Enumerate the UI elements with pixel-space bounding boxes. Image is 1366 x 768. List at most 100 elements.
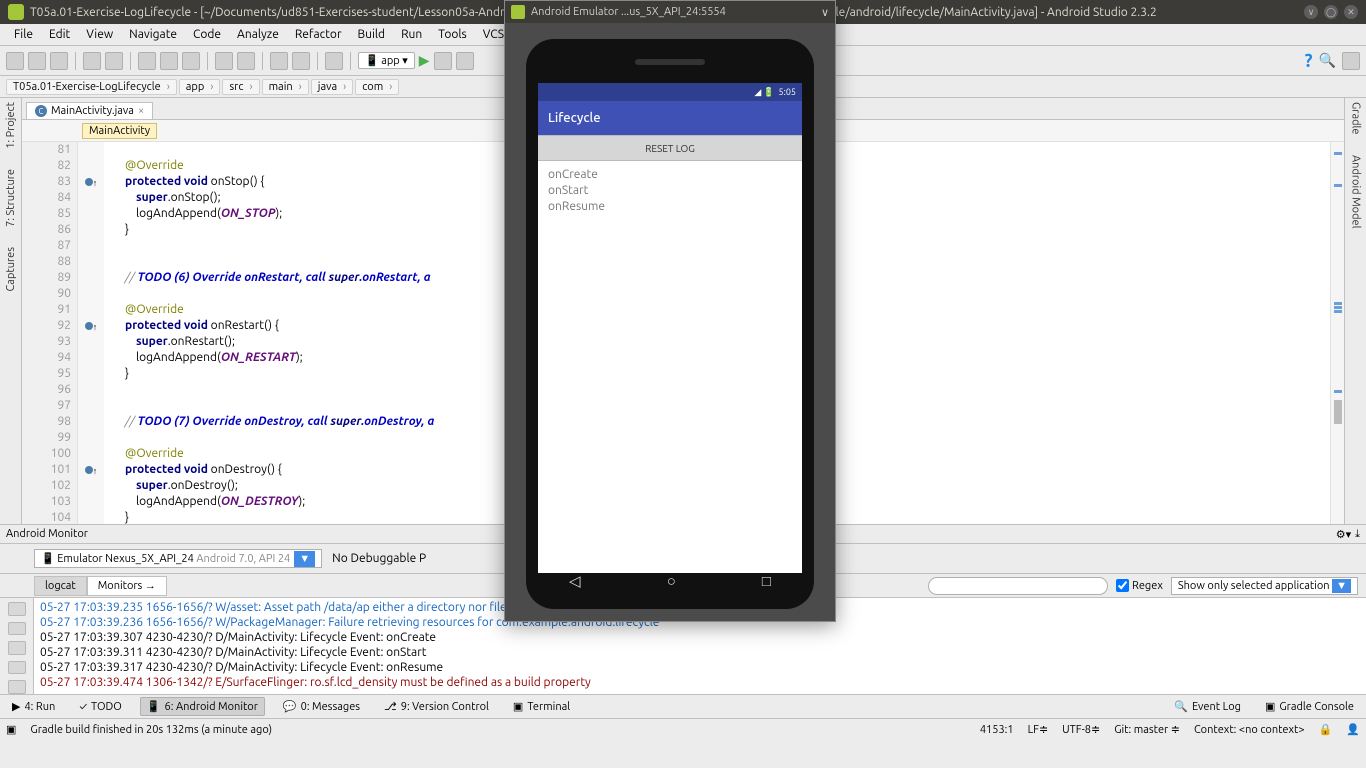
- class-breadcrumb[interactable]: MainActivity: [82, 123, 157, 139]
- make-icon[interactable]: [325, 52, 343, 70]
- android-monitor-title: Android Monitor: [6, 528, 88, 540]
- recents-nav-icon[interactable]: □: [762, 572, 771, 590]
- help-icon[interactable]: ?: [1305, 51, 1313, 71]
- save-icon[interactable]: [28, 52, 46, 70]
- status-message: Gradle build finished in 20s 132ms (a mi…: [30, 724, 272, 736]
- menu-build[interactable]: Build: [350, 26, 394, 43]
- reset-log-button[interactable]: RESET LOG: [538, 135, 802, 161]
- minimize-button[interactable]: ∨: [1304, 5, 1318, 19]
- scroll-end-icon[interactable]: [8, 622, 26, 636]
- regex-checkbox[interactable]: Regex: [1116, 579, 1163, 592]
- sync-icon[interactable]: [50, 52, 68, 70]
- find-icon[interactable]: [215, 52, 233, 70]
- menu-view[interactable]: View: [78, 26, 121, 43]
- lock-icon[interactable]: 🔒: [1319, 723, 1333, 736]
- emulator-window[interactable]: Android Emulator ...us_5X_API_24:5554 ∨ …: [504, 0, 836, 622]
- debug-icon[interactable]: [434, 52, 452, 70]
- breadcrumb-item[interactable]: T05a.01-Exercise-LogLifecycle: [6, 79, 177, 95]
- lifecycle-log: onCreateonStartonResume: [538, 161, 802, 573]
- app-bar: Lifecycle: [538, 101, 802, 135]
- line-ending[interactable]: LF≑: [1028, 723, 1049, 736]
- gradle-console-tool[interactable]: ▣ Gradle Console: [1259, 698, 1360, 715]
- error-stripe[interactable]: [1330, 142, 1344, 524]
- breadcrumb-item[interactable]: main: [262, 79, 309, 95]
- close-button[interactable]: ✕: [1344, 5, 1358, 19]
- settings-icon[interactable]: ⚙▾: [1336, 528, 1351, 541]
- run-tool[interactable]: ▶ 4: Run: [6, 698, 61, 715]
- right-tool[interactable]: Gradle: [1350, 102, 1362, 135]
- cut-icon[interactable]: [138, 52, 156, 70]
- emulator-title: Android Emulator ...us_5X_API_24:5554: [531, 6, 726, 18]
- git-branch[interactable]: Git: master ≑: [1114, 723, 1180, 736]
- left-tool[interactable]: 7: Structure: [5, 169, 17, 227]
- phone-frame: ◢ 🔋 5:05 Lifecycle RESET LOG onCreateonS…: [526, 39, 814, 609]
- tab-filename: MainActivity.java: [51, 105, 134, 117]
- breadcrumb-item[interactable]: app: [179, 79, 221, 95]
- back-nav-icon[interactable]: ◁: [569, 572, 581, 590]
- menu-edit[interactable]: Edit: [41, 26, 78, 43]
- android-studio-icon: [8, 4, 24, 20]
- profile-icon[interactable]: [456, 52, 474, 70]
- open-icon[interactable]: [6, 52, 24, 70]
- override-marks: ↑↑↑: [78, 142, 104, 524]
- restart-icon[interactable]: [8, 680, 26, 694]
- menu-file[interactable]: File: [6, 26, 41, 43]
- hector-icon[interactable]: 👤: [1346, 723, 1360, 736]
- logcat-toolbar: [0, 598, 34, 694]
- java-class-icon: C: [35, 105, 47, 117]
- logcat-search-input[interactable]: [928, 577, 1108, 595]
- breadcrumb-item[interactable]: src: [222, 79, 259, 95]
- cursor-position: 4153:1: [980, 724, 1014, 736]
- menu-navigate[interactable]: Navigate: [121, 26, 185, 43]
- context-selector[interactable]: Context: <no context>: [1194, 724, 1305, 736]
- right-tool[interactable]: Android Model: [1350, 155, 1362, 228]
- print-icon[interactable]: [8, 661, 26, 675]
- run-config-selector[interactable]: 📱 app ▾: [358, 52, 415, 69]
- soft-wrap-icon[interactable]: [8, 641, 26, 655]
- avatar-icon[interactable]: [1342, 52, 1360, 70]
- android-status-bar: ◢ 🔋 5:05: [538, 83, 802, 101]
- monitors-tab[interactable]: Monitors →: [87, 576, 167, 596]
- back-icon[interactable]: [270, 52, 288, 70]
- menu-run[interactable]: Run: [393, 26, 430, 43]
- close-tab-icon[interactable]: ×: [138, 105, 144, 117]
- right-tool-strip: Gradle Android Model: [1344, 98, 1366, 524]
- messages-tool[interactable]: 💬 0: Messages: [277, 698, 366, 715]
- menu-analyze[interactable]: Analyze: [229, 26, 287, 43]
- file-encoding[interactable]: UTF-8≑: [1062, 723, 1100, 736]
- editor-tab[interactable]: C MainActivity.java ×: [26, 102, 153, 119]
- replace-icon[interactable]: [237, 52, 255, 70]
- menu-refactor[interactable]: Refactor: [287, 26, 350, 43]
- menu-tools[interactable]: Tools: [430, 26, 475, 43]
- toggle-tool-windows-icon[interactable]: ▣: [6, 723, 16, 736]
- search-icon[interactable]: 🔍: [1319, 52, 1336, 69]
- terminal-tool[interactable]: ▣ Terminal: [507, 698, 576, 715]
- event-log-tool[interactable]: 🔍 Event Log: [1168, 698, 1247, 715]
- emulator-dropdown-icon[interactable]: ∨: [821, 6, 829, 19]
- forward-icon[interactable]: [292, 52, 310, 70]
- left-tool-strip: 1: Project 7: Structure Captures: [0, 98, 22, 524]
- android-icon: [511, 5, 525, 19]
- run-button[interactable]: ▶: [419, 52, 430, 69]
- filter-selector[interactable]: Show only selected application ▼: [1171, 577, 1358, 595]
- home-nav-icon[interactable]: ○: [667, 572, 676, 590]
- copy-icon[interactable]: [160, 52, 178, 70]
- maximize-button[interactable]: ◯: [1324, 5, 1338, 19]
- breadcrumb-item[interactable]: com: [355, 79, 399, 95]
- paste-icon[interactable]: [182, 52, 200, 70]
- menu-code[interactable]: Code: [185, 26, 229, 43]
- android-monitor-tool[interactable]: 📱 6: Android Monitor: [140, 697, 265, 716]
- device-selector[interactable]: 📱 Emulator Nexus_5X_API_24 Android 7.0, …: [34, 549, 322, 568]
- pin-icon[interactable]: ⤓: [1355, 528, 1360, 541]
- breadcrumb-item[interactable]: java: [311, 79, 353, 95]
- todo-tool[interactable]: ✓ TODO: [73, 699, 128, 715]
- undo-icon[interactable]: [83, 52, 101, 70]
- left-tool[interactable]: Captures: [5, 247, 17, 291]
- version-control-tool[interactable]: ⎇ 9: Version Control: [378, 698, 495, 715]
- clear-log-icon[interactable]: [8, 602, 26, 616]
- line-gutter: 8182838485868788899091929394959697989910…: [22, 142, 78, 524]
- process-selector[interactable]: No Debuggable P: [332, 552, 426, 565]
- left-tool[interactable]: 1: Project: [5, 102, 17, 149]
- redo-icon[interactable]: [105, 52, 123, 70]
- logcat-tab[interactable]: logcat: [34, 576, 87, 596]
